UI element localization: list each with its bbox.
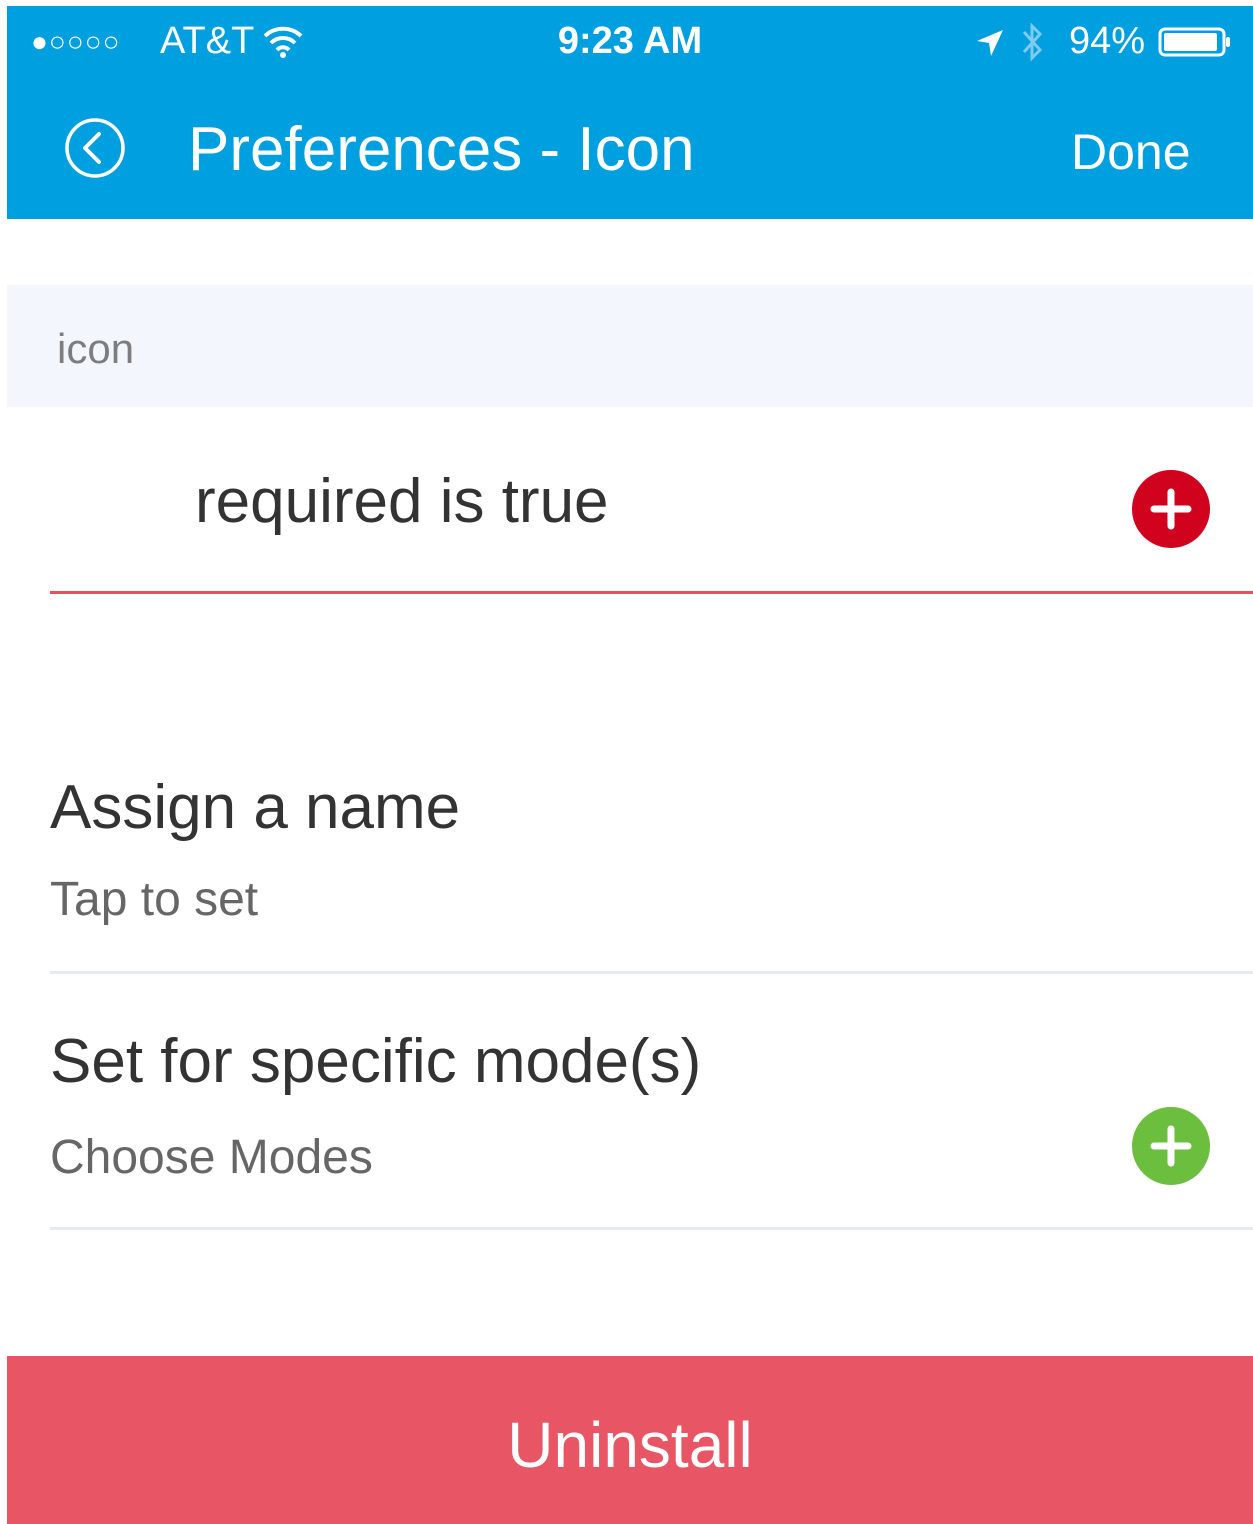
back-chevron-circle-icon[interactable]: [63, 116, 127, 185]
done-button[interactable]: Done: [1071, 123, 1191, 181]
location-arrow-icon: [975, 28, 1005, 63]
section-header-label: icon: [57, 325, 135, 372]
battery-percent: 94%: [1069, 20, 1146, 62]
rule-text: required is true: [195, 467, 609, 536]
assign-name-row[interactable]: Assign a name Tap to set: [0, 760, 1253, 975]
bluetooth-icon: [1020, 22, 1044, 67]
assign-name-title: Assign a name: [50, 773, 461, 842]
battery-icon: [1158, 26, 1232, 63]
specific-modes-title: Set for specific mode(s): [50, 1027, 702, 1096]
specific-modes-subtitle: Choose Modes: [50, 1131, 373, 1184]
page-title: Preferences - Icon: [188, 115, 695, 184]
add-rule-icon[interactable]: [1132, 470, 1210, 548]
rule-underline: [50, 591, 1253, 594]
rule-row[interactable]: required is true: [0, 408, 1253, 596]
uninstall-button[interactable]: Uninstall: [7, 1356, 1253, 1524]
status-bar: ●○○○○ AT&T 9:23 AM 94%: [7, 6, 1253, 76]
row-divider: [50, 971, 1253, 974]
uninstall-label: Uninstall: [507, 1409, 753, 1481]
section-header: icon: [7, 285, 1253, 407]
assign-name-subtitle: Tap to set: [50, 873, 259, 926]
app-header: ●○○○○ AT&T 9:23 AM 94% Preferences - Ico…: [7, 6, 1253, 219]
row-divider: [50, 1227, 1253, 1230]
add-mode-icon[interactable]: [1132, 1107, 1210, 1185]
status-time: 9:23 AM: [557, 20, 703, 62]
specific-modes-row[interactable]: Set for specific mode(s) Choose Modes: [0, 1020, 1253, 1230]
